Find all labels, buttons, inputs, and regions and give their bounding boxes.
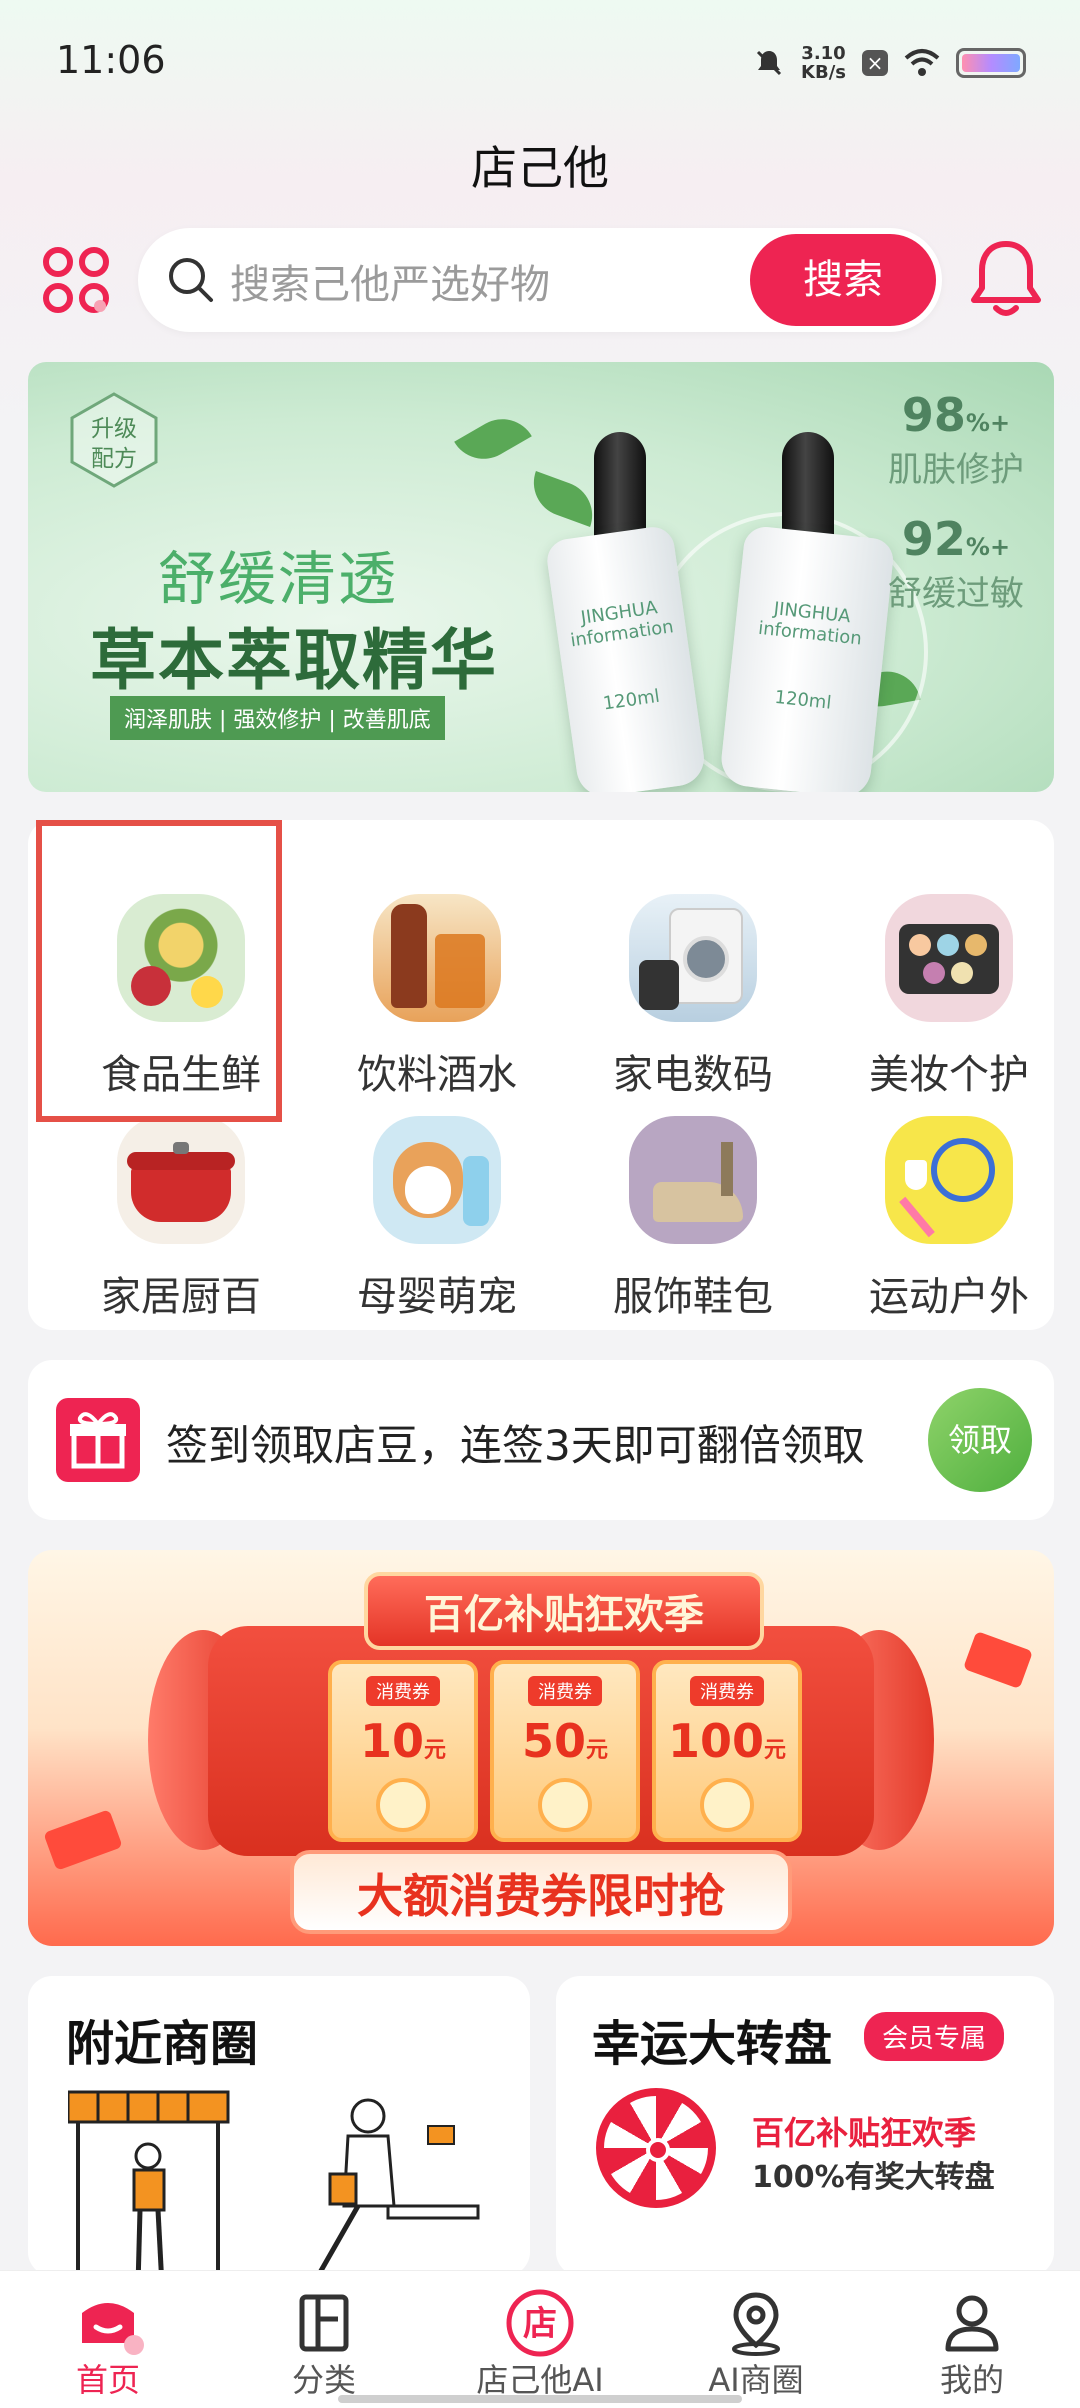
coupon-10[interactable]: 消费券 10元 [328,1660,478,1842]
wheel-icon [596,2088,716,2208]
claim-button[interactable]: 领取 [928,1388,1032,1492]
hero-banner[interactable]: 升级 配方 舒缓清透 草本萃取精华 润泽肌肤 | 强效修护 | 改善肌底 JING… [28,362,1054,792]
coupon-100[interactable]: 消费券 100元 [652,1660,802,1842]
mute-bell-icon [756,50,782,76]
drinks-icon [373,894,501,1022]
red-envelope-icon [43,1809,123,1871]
appliance-icon [629,894,757,1022]
grid-menu-icon[interactable] [40,244,114,318]
leaf-icon [454,406,532,472]
banner-title: 草本萃取精华 [90,622,498,699]
highlight-box [36,820,282,1122]
battery-icon [956,48,1026,78]
home-indicator[interactable] [338,2395,742,2403]
nearby-title: 附近商圈 [66,2016,259,2072]
coupon-50[interactable]: 消费券 50元 [490,1660,640,1842]
upgrade-badge: 升级 配方 [66,392,162,488]
network-speed: 3.10 KB/s [801,43,846,83]
lucky-title: 幸运大转盘 [592,2016,833,2072]
search-icon [169,258,213,302]
bell-icon[interactable] [966,236,1046,320]
lucky-line1: 百亿补贴狂欢季 [752,2114,977,2152]
tab-home[interactable]: 首页 [0,2271,216,2408]
promo-title: 百亿补贴狂欢季 [364,1572,764,1650]
category-beauty[interactable]: 美妆个护 [844,846,1054,1098]
app-title: 店己他 [471,141,609,195]
member-badge: 会员专属 [864,2012,1005,2061]
category-fashion[interactable]: 服饰鞋包 [588,1068,798,1320]
lucky-line2: 100%有奖大转盘 [752,2160,995,2195]
checkin-text: 签到领取店豆，连签3天即可翻倍领取 [166,1421,865,1470]
wifi-icon [904,49,940,76]
pet-icon [373,1116,501,1244]
tab-store-ai[interactable]: 店 店己他AI [432,2271,648,2408]
category-drinks[interactable]: 饮料酒水 [332,846,542,1098]
promo-cta: 大额消费券限时抢 [290,1850,792,1934]
notification-x-icon: × [862,50,888,76]
tab-bar: 首页 分类 店 店己他AI AI商圈 我的 [0,2270,1080,2408]
category-sports[interactable]: 运动户外 [844,1068,1054,1320]
sports-icon [885,1116,1013,1244]
lucky-wheel-tile[interactable]: 幸运大转盘 会员专属 百亿补贴狂欢季 100%有奖大转盘 [556,1976,1054,2276]
status-time: 11:06 [56,38,166,82]
category-baby-pet[interactable]: 母婴萌宠 [332,1068,542,1320]
category-appliances[interactable]: 家电数码 [588,846,798,1098]
banner-subtitle: 舒缓清透 [158,545,399,613]
profile-icon [945,2295,999,2352]
home-icon [82,2303,144,2355]
location-icon [732,2292,780,2356]
shoe-icon [629,1116,757,1244]
store-ai-icon: 店 [506,2289,574,2357]
status-icons: 3.10 KB/s × [753,38,1026,88]
shop-illustration [68,2090,480,2276]
category-icon [299,2294,349,2352]
search-input[interactable]: 搜索己他严选好物 [230,252,550,310]
gift-icon [56,1398,140,1482]
checkin-banner[interactable]: 签到领取店豆，连签3天即可翻倍领取 领取 [28,1360,1054,1520]
tab-ai-district[interactable]: AI商圈 [648,2271,864,2408]
stat-soothe: 92%+ 舒缓过敏 [888,512,1024,614]
search-button[interactable]: 搜索 [750,234,936,326]
stat-repair: 98%+ 肌肤修护 [888,388,1024,490]
leaf-icon [524,471,602,527]
svg-text:店: 店 [523,2304,557,2344]
serum-bottle: JINGHUA information 120ml [718,524,896,792]
red-envelope-icon [962,1630,1034,1690]
tab-category[interactable]: 分类 [216,2271,432,2408]
nearby-tile[interactable]: 附近商圈 [28,1976,530,2276]
banner-tags: 润泽肌肤 | 强效修护 | 改善肌底 [110,696,445,740]
tab-profile[interactable]: 我的 [864,2271,1080,2408]
cookware-icon [117,1116,245,1244]
makeup-icon [885,894,1013,1022]
search-bar[interactable]: 搜索己他严选好物 搜索 [138,228,942,332]
promo-banner[interactable]: 百亿补贴狂欢季 消费券 10元 消费券 50元 消费券 100元 大额消费券限时… [28,1550,1054,1946]
